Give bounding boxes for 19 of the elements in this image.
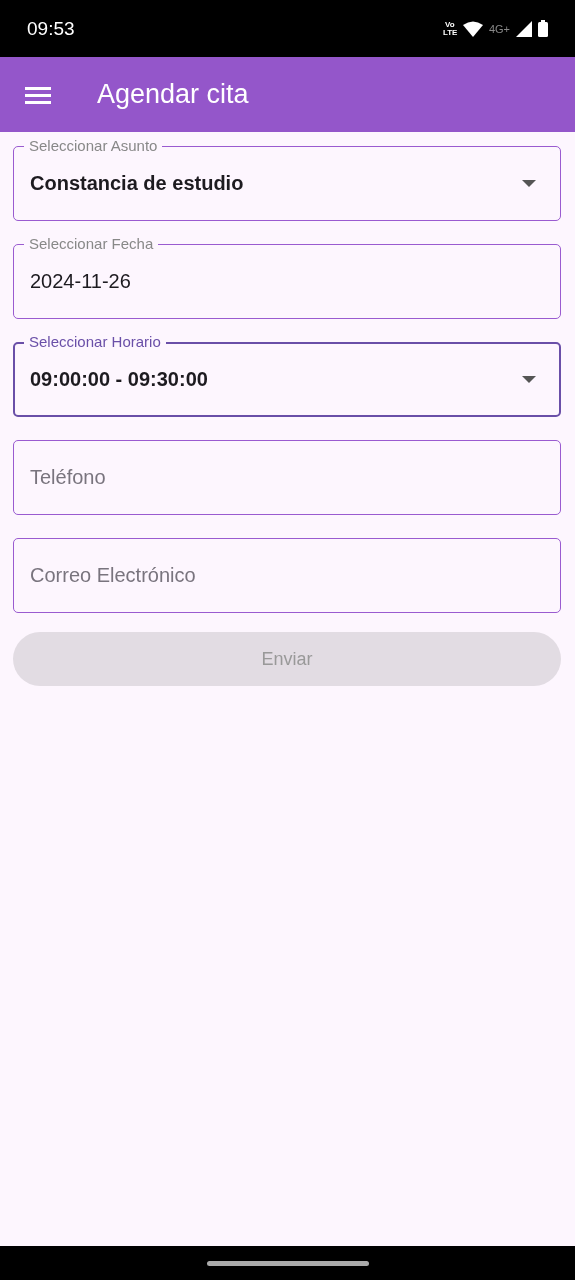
network-type: 4G+ xyxy=(488,22,510,35)
signal-icon xyxy=(516,20,532,37)
placeholder-text: Correo Electrónico xyxy=(30,564,196,587)
clock-time: 09:53 xyxy=(27,17,75,40)
field-value: 2024-11-26 xyxy=(30,270,131,293)
field-label: Seleccionar Horario xyxy=(24,333,166,350)
menu-icon[interactable] xyxy=(25,84,51,105)
wifi-icon xyxy=(462,20,483,37)
battery-icon xyxy=(538,20,548,37)
field-value: Constancia de estudio xyxy=(30,172,244,195)
home-indicator[interactable] xyxy=(206,1260,369,1266)
field-label: Seleccionar Asunto xyxy=(24,137,163,154)
caret-icon xyxy=(522,376,536,383)
field-value: 09:00:00 - 09:30:00 xyxy=(30,368,208,391)
caret-icon xyxy=(522,180,536,187)
volte-indicator: Vo LTE xyxy=(442,20,457,37)
screen-title: Agendar cita xyxy=(97,79,249,110)
field-label: Seleccionar Fecha xyxy=(24,235,159,252)
placeholder-text: Teléfono xyxy=(30,466,106,489)
